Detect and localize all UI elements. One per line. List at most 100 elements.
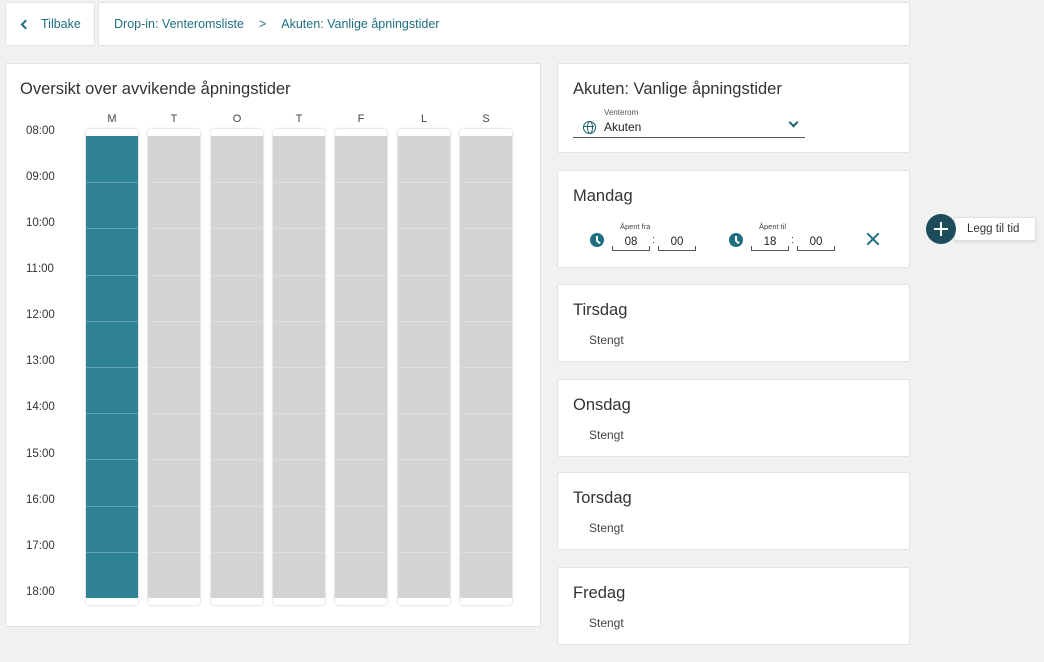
- schedule-title: Oversikt over avvikende åpningstider: [20, 80, 291, 98]
- hour-gridline: [211, 413, 263, 415]
- add-time-label: Legg til tid: [954, 217, 1037, 241]
- hour-gridline: [335, 182, 387, 184]
- hour-gridline: [148, 367, 200, 368]
- day-column-sun[interactable]: [460, 129, 512, 605]
- time-colon: :: [652, 234, 656, 246]
- hour-gridline: [211, 505, 263, 507]
- hour-gridline: [86, 551, 138, 553]
- day-card-mandag: Mandag Åpent fra 08 : 00 Åpent til 18 : …: [557, 170, 910, 268]
- hour-gridline: [148, 274, 200, 276]
- hour-gridline: [211, 459, 263, 461]
- hour-gridline: [273, 413, 325, 415]
- open-from-hour-input[interactable]: 08: [612, 233, 650, 251]
- hour-gridline: [86, 182, 138, 184]
- day-card-fredag: Fredag Stengt: [557, 567, 910, 645]
- day-header-tue: T: [170, 113, 178, 125]
- hour-gridline: [211, 367, 263, 368]
- hour-gridline: [460, 274, 512, 276]
- time-colon: :: [791, 234, 795, 246]
- hour-gridline: [335, 551, 387, 553]
- hour-gridline: [398, 367, 450, 368]
- breadcrumb-item-current[interactable]: Akuten: Vanlige åpningstider: [281, 17, 439, 31]
- open-from-minute-input[interactable]: 00: [658, 233, 696, 251]
- hour-gridline: [148, 228, 200, 230]
- hour-gridline: [211, 228, 263, 230]
- hour-label: 09:00: [26, 171, 55, 183]
- hour-label: 11:00: [26, 263, 54, 275]
- hour-gridline: [460, 367, 512, 368]
- hour-gridline: [335, 505, 387, 507]
- hour-gridline: [148, 320, 200, 322]
- day-card-torsdag: Torsdag Stengt: [557, 472, 910, 550]
- hour-gridline: [86, 367, 138, 368]
- hour-gridline: [460, 320, 512, 322]
- hour-gridline: [86, 459, 138, 461]
- hour-gridline: [86, 505, 138, 507]
- hour-gridline: [86, 228, 138, 230]
- hour-gridline: [273, 274, 325, 276]
- day-header-wed: O: [232, 113, 242, 125]
- closed-status: Stengt: [589, 333, 624, 347]
- day-header-mon: M: [107, 113, 117, 125]
- hour-gridline: [211, 274, 263, 276]
- venterom-label: Venterom: [604, 108, 639, 117]
- closed-status: Stengt: [589, 616, 624, 630]
- day-column-wed[interactable]: [211, 129, 263, 605]
- hour-gridline: [335, 459, 387, 461]
- hour-gridline: [398, 413, 450, 415]
- hour-gridline: [211, 551, 263, 553]
- hour-gridline: [148, 182, 200, 184]
- day-column-fri[interactable]: [335, 129, 387, 605]
- day-title: Onsdag: [573, 396, 631, 414]
- hour-gridline: [273, 459, 325, 461]
- hour-gridline: [460, 505, 512, 507]
- hour-gridline: [335, 274, 387, 276]
- hour-gridline: [460, 182, 512, 184]
- hour-gridline: [335, 413, 387, 415]
- hour-gridline: [460, 413, 512, 415]
- hour-gridline: [211, 320, 263, 322]
- venterom-select[interactable]: Venterom Akuten: [573, 108, 805, 138]
- day-title: Tirsdag: [573, 301, 628, 319]
- breadcrumb-separator: >: [258, 17, 267, 31]
- hour-label: 10:00: [26, 217, 55, 229]
- hour-label: 12:00: [26, 309, 55, 321]
- hour-gridline: [398, 459, 450, 461]
- hour-gridline: [273, 367, 325, 368]
- hour-gridline: [335, 320, 387, 322]
- hour-gridline: [460, 228, 512, 230]
- hour-gridline: [398, 505, 450, 507]
- hour-gridline: [273, 320, 325, 322]
- regular-hours-card: Akuten: Vanlige åpningstider Venterom Ak…: [557, 63, 910, 153]
- day-card-onsdag: Onsdag Stengt: [557, 379, 910, 457]
- hour-gridline: [398, 182, 450, 184]
- hour-gridline: [148, 505, 200, 507]
- hour-label: 14:00: [26, 401, 55, 413]
- day-title: Fredag: [573, 584, 626, 602]
- breadcrumb-item-venteromsliste[interactable]: Drop-in: Venteromsliste: [114, 17, 244, 31]
- hour-label: 16:00: [26, 494, 55, 506]
- remove-time-close-icon[interactable]: [866, 232, 880, 246]
- hour-gridline: [86, 320, 138, 322]
- hour-gridline: [148, 459, 200, 461]
- back-button[interactable]: Tilbake: [5, 2, 95, 46]
- globe-icon: [583, 121, 596, 134]
- day-column-mon[interactable]: [86, 129, 138, 605]
- day-column-thu[interactable]: [273, 129, 325, 605]
- hour-gridline: [460, 459, 512, 461]
- hour-gridline: [148, 551, 200, 553]
- open-to-hour-input[interactable]: 18: [751, 233, 789, 251]
- hour-gridline: [335, 367, 387, 368]
- add-time-button[interactable]: Legg til tid: [926, 214, 1037, 244]
- plus-icon: [926, 214, 956, 244]
- day-header-sun: S: [482, 113, 490, 125]
- hour-gridline: [86, 274, 138, 276]
- hour-gridline: [86, 413, 138, 415]
- hour-label: 13:00: [26, 355, 55, 367]
- open-from-label: Åpent fra: [620, 222, 651, 231]
- day-column-sat[interactable]: [398, 129, 450, 605]
- hour-gridline: [273, 228, 325, 230]
- open-to-minute-input[interactable]: 00: [797, 233, 835, 251]
- day-column-tue[interactable]: [148, 129, 200, 605]
- chevron-down-icon: [788, 117, 799, 128]
